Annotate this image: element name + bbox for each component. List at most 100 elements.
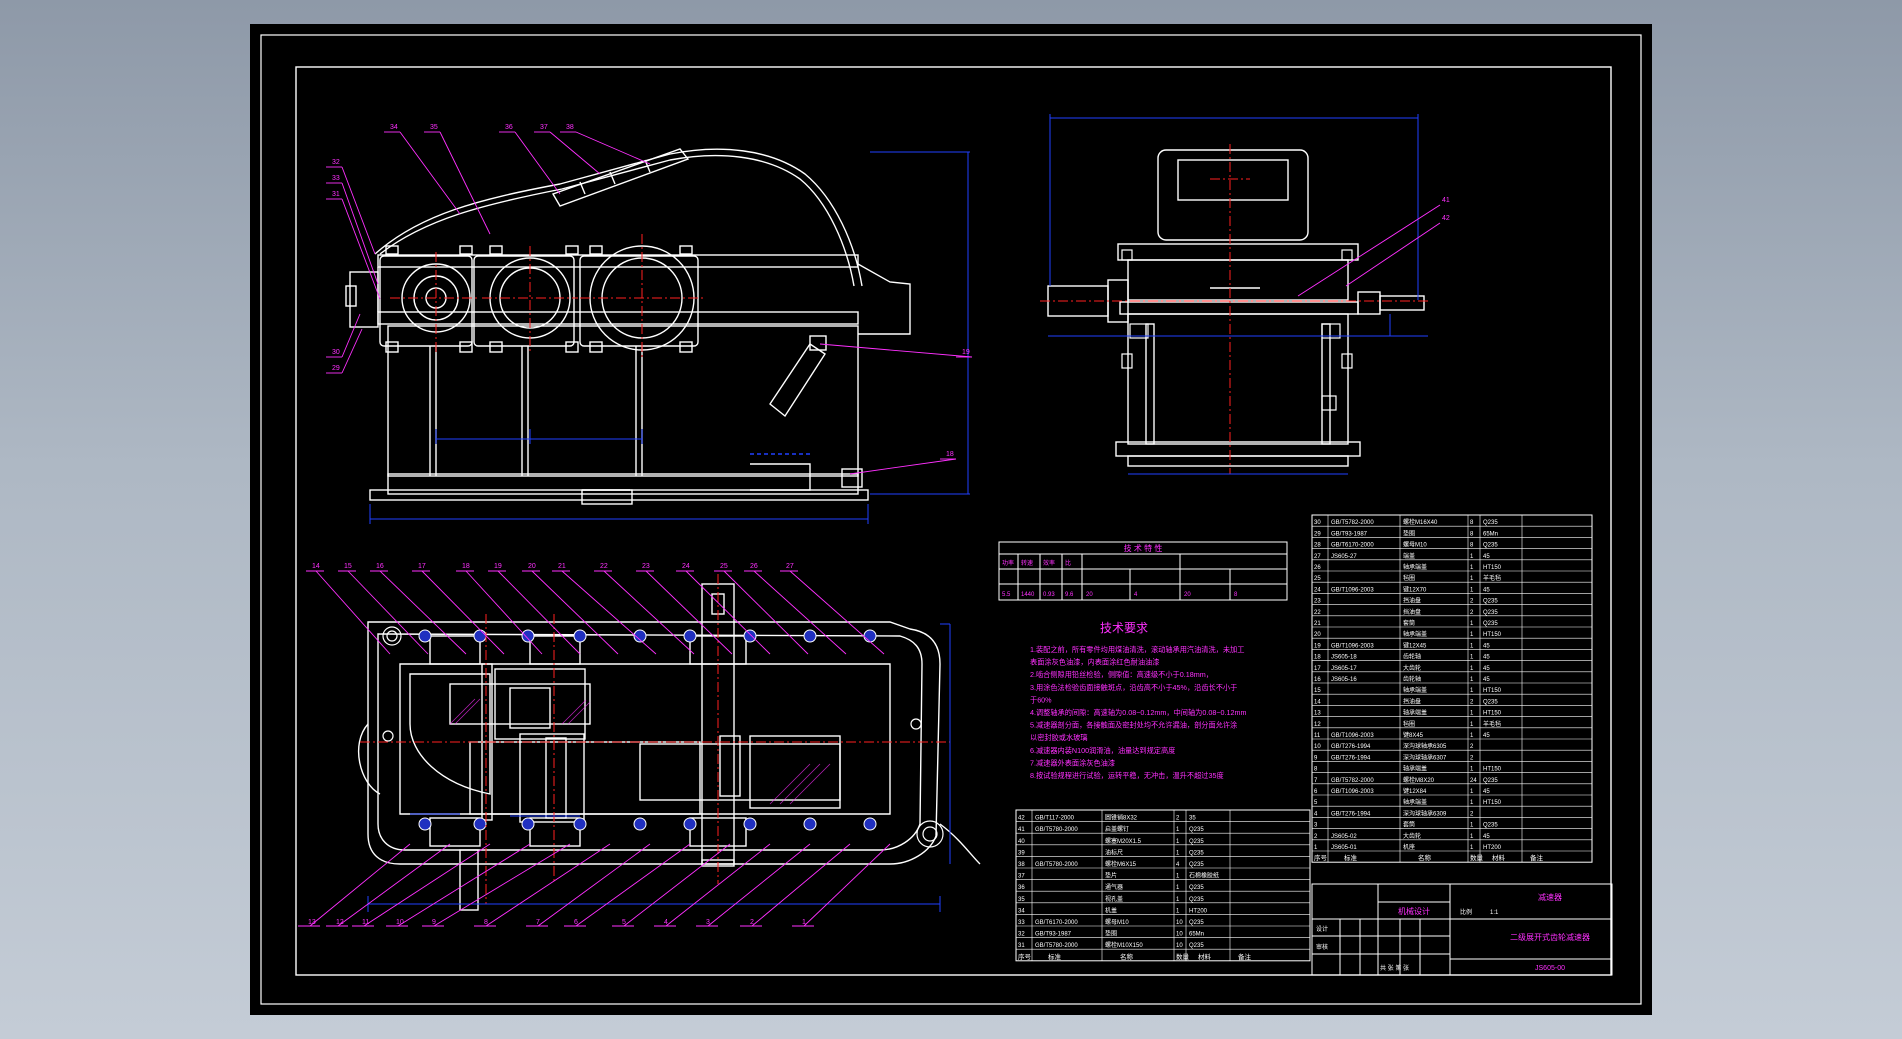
leader-line [433,843,571,927]
part-number: 2 [1314,834,1318,840]
header-name: 名称 [1418,853,1432,862]
part-name: 深沟球轴承6309 [1403,809,1447,817]
part-standard: GB/T5782-2000 [1331,778,1374,784]
part-quantity: 1 [1176,874,1180,880]
part-standard: JS605-17 [1331,666,1357,672]
part-quantity: 1 [1470,789,1474,795]
part-name: 机盖 [1105,906,1117,914]
drawing-number: JS605-00 [1535,965,1565,972]
part-name: 垫圈 [1105,930,1117,938]
part-standard: GB/T6170-2000 [1035,920,1078,926]
part-standard: GB/T1096-2003 [1331,587,1374,593]
part-name: 毡圈 [1403,720,1415,728]
part-number: 12 [1314,722,1321,728]
tech-note-line: 2.啮合侧隙用铅丝检验，侧隙值：高速级不小于0.18mm， [1030,670,1213,679]
part-name: 启盖螺钉 [1105,825,1129,833]
part-quantity: 8 [1470,531,1474,537]
leader-label: 27 [786,563,794,570]
drawing-title: 二级展开式齿轮减速器 [1510,932,1590,942]
parts-row: 9 GB/T276-1994 深沟球轴承6307 2 [1314,753,1474,761]
header-quantity: 数量 [1176,952,1190,961]
svg-text:20: 20 [1086,592,1093,598]
part-number: 9 [1314,755,1318,761]
leader-label: 38 [566,124,574,131]
part-quantity: 1 [1176,827,1180,833]
header-standard: 标准 [1048,952,1062,961]
part-quantity: 1 [1470,823,1474,829]
leader-label: 17 [418,563,426,570]
part-material: Q235 [1483,823,1498,829]
part-material: 45 [1483,733,1490,739]
parts-row: 20 轴承端盖 1 HT150 [1314,630,1502,638]
parts-row: 5 轴承端盖 1 HT150 [1314,798,1502,806]
bolt-circle [633,817,647,831]
leader-label: 32 [332,159,340,166]
part-number: 5 [1314,800,1318,806]
part-name: 圆锥销8X32 [1105,814,1138,822]
parts-row: 10 GB/T276-1994 深沟球轴承6305 2 [1314,742,1474,750]
bolt-circle [573,629,587,643]
part-standard: GB/T276-1994 [1331,755,1371,761]
part-name: 大齿轮 [1403,664,1421,672]
org-name: 机械设计 [1398,906,1430,916]
part-material: HT150 [1483,688,1502,694]
leader-label: 31 [332,191,340,198]
part-material: 石棉橡胶纸 [1189,872,1219,880]
part-quantity: 2 [1470,744,1474,750]
part-standard: JS605-02 [1331,834,1357,840]
part-material: 65Mn [1483,531,1498,537]
parts-row: 31 GB/T5780-2000 螺栓M10X150 10 Q235 [1018,941,1204,949]
leader-label: 13 [308,919,316,926]
leader-label: 29 [332,365,340,372]
leader-label: 37 [540,124,548,131]
part-material: HT200 [1483,845,1502,851]
tech-note-line: 表面涂灰色油漆，内表面涂红色耐油油漆 [1030,658,1159,667]
part-number: 16 [1314,677,1321,683]
part-number: 30 [1314,520,1321,526]
parts-row: 16 JS605-16 齿轮轴 1 45 [1314,675,1490,683]
leader-label: 33 [332,175,340,182]
header-no: 序号 [1314,853,1328,862]
part-quantity: 2 [1470,755,1474,761]
bolt-circle [803,629,817,643]
part-quantity: 10 [1176,932,1183,938]
part-number: 29 [1314,531,1321,537]
part-material: Q235 [1189,827,1204,833]
part-material: HT150 [1483,767,1502,773]
part-quantity: 8 [1470,543,1474,549]
part-standard: GB/T1096-2003 [1331,733,1374,739]
bolt-circle [863,629,877,643]
side-view-leaders: 41 42 [1297,197,1450,297]
scale-label: 比例 [1460,908,1472,916]
part-number: 37 [1018,874,1025,880]
part-name: 螺栓M8X20 [1403,776,1435,784]
svg-text:效率: 效率 [1043,559,1055,567]
part-material: Q235 [1189,839,1204,845]
part-name: 深沟球轴承6307 [1403,753,1447,761]
part-standard: GB/T93-1987 [1035,932,1072,938]
part-number: 10 [1314,744,1321,750]
bolt-circle [473,817,487,831]
parts-row: 21 套筒 1 Q235 [1314,619,1498,627]
part-material: Q235 [1189,885,1204,891]
part-number: 25 [1314,576,1321,582]
leader-label: 21 [558,563,566,570]
tech-note-line: 7.减速器外表面涂灰色油漆 [1030,758,1115,767]
part-material: 45 [1483,666,1490,672]
leader-line [497,570,581,655]
leader-line [789,570,885,655]
part-standard: GB/T1096-2003 [1331,789,1374,795]
leader-line [531,570,619,655]
part-material: Q235 [1483,621,1498,627]
parts-row: 33 GB/T6170-2000 螺母M10 10 Q235 [1018,918,1204,926]
bolt-circle [473,629,487,643]
parts-row: 24 GB/T1096-2003 键12X70 1 45 [1314,585,1490,593]
leader-line [707,843,811,927]
parts-row: 23 挡油盘 2 Q235 [1314,597,1498,605]
front-view-centerlines [390,234,706,359]
part-name: 毡圈 [1403,574,1415,582]
part-name: 轴承端盖 [1403,709,1427,717]
part-name: 油标尺 [1105,848,1123,856]
part-name: 螺母M10 [1403,541,1427,549]
side-view-dimensions [1048,114,1428,475]
